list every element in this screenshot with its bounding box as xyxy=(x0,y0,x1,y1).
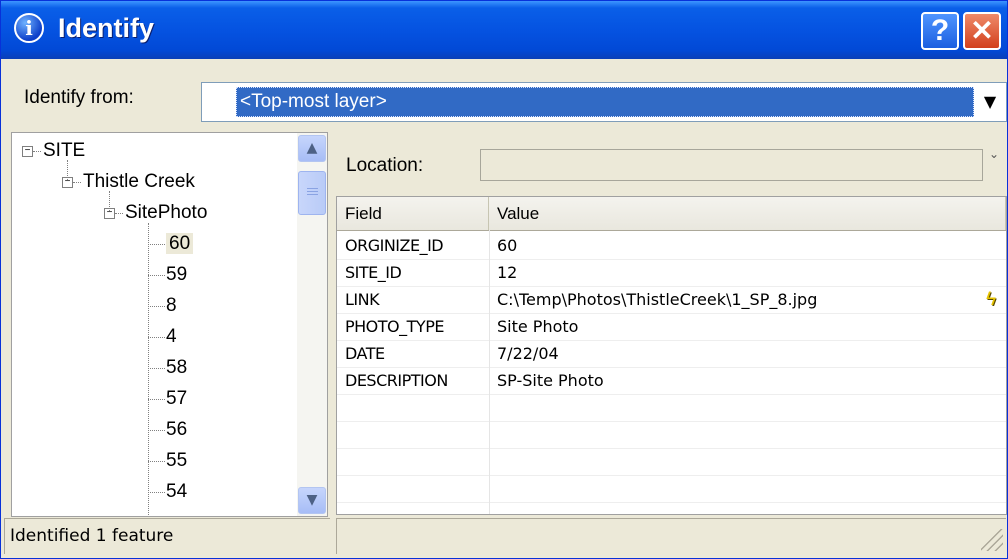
tree-connector xyxy=(148,244,165,245)
row-divider xyxy=(337,394,1006,395)
title-bar[interactable]: i Identify ? ✕ xyxy=(1,1,1007,59)
field-name-cell: SITE_ID xyxy=(345,263,402,282)
tree-connector xyxy=(148,492,165,493)
tree-connector xyxy=(33,151,41,152)
tree-node[interactable]: SitePhoto xyxy=(125,199,207,227)
tree-node[interactable]: Thistle Creek xyxy=(83,168,195,196)
tree-node-label: SITE xyxy=(43,140,86,161)
chevron-down-icon[interactable]: ▼ xyxy=(976,86,1004,118)
status-panel xyxy=(336,518,1006,554)
details-pane: Location: ⌄ Field Value ORGINIZE_ID 60 SIT… xyxy=(336,132,1007,515)
tree-leaf-item[interactable]: 55 xyxy=(166,447,187,475)
tree-leaf-item[interactable]: 59 xyxy=(166,261,187,289)
tree-leaf-item[interactable]: 54 xyxy=(166,478,187,506)
identify-from-dropdown[interactable]: <Top-most layer> ▼ xyxy=(201,82,1007,122)
scroll-grip-icon xyxy=(307,188,318,197)
row-divider xyxy=(337,421,1006,422)
tree-guide-line xyxy=(109,191,110,211)
status-text: Identified 1 feature xyxy=(4,518,330,554)
tree-node-label: SitePhoto xyxy=(125,202,208,223)
tree-scrollbar[interactable]: ▲ ▼ xyxy=(297,133,327,516)
field-name-cell: DESCRIPTION xyxy=(345,371,448,390)
resize-grip-icon[interactable] xyxy=(981,529,1003,551)
identify-window: i Identify ? ✕ Identify from: <Top-most … xyxy=(0,0,1008,559)
field-value-cell: Site Photo xyxy=(497,317,579,336)
identify-from-selected-value[interactable]: <Top-most layer> xyxy=(236,87,974,117)
tree-node-label: 56 xyxy=(166,419,188,440)
row-divider xyxy=(337,475,1006,476)
tree-node-label: 58 xyxy=(166,357,188,378)
tree-connector xyxy=(148,306,165,307)
table-row[interactable]: DATE 7/22/04 xyxy=(337,340,1006,367)
attributes-table: Field Value ORGINIZE_ID 60 SITE_ID 12 LINK C:… xyxy=(336,196,1007,515)
table-row[interactable]: DESCRIPTION SP-Site Photo xyxy=(337,367,1006,394)
field-value-cell: 60 xyxy=(497,236,518,255)
tree-guide-line xyxy=(148,223,149,516)
location-label: Location: xyxy=(346,155,424,176)
tree-connector xyxy=(73,182,81,183)
lightning-bolt-icon[interactable]: ϟ xyxy=(982,290,1000,310)
collapse-icon[interactable]: − xyxy=(22,146,33,157)
field-value-cell: 7/22/04 xyxy=(497,344,559,363)
scroll-thumb[interactable] xyxy=(298,171,326,215)
field-name-cell: PHOTO_TYPE xyxy=(345,317,444,336)
row-divider xyxy=(337,448,1006,449)
tree-connector xyxy=(148,399,165,400)
field-value-cell: 12 xyxy=(497,263,518,282)
tree-node-label: 60 xyxy=(166,233,194,254)
tree-connector xyxy=(148,368,165,369)
table-row[interactable]: LINK C:\Temp\Photos\ThistleCreek\1_SP_8.j… xyxy=(337,286,1006,313)
tree-node-label: 8 xyxy=(166,295,177,316)
info-icon: i xyxy=(14,13,44,43)
table-row[interactable]: ORGINIZE_ID 60 xyxy=(337,232,1006,259)
tree-connector xyxy=(148,275,165,276)
tree-connector xyxy=(148,430,165,431)
table-row[interactable]: SITE_ID 12 xyxy=(337,259,1006,286)
field-name-cell: ORGINIZE_ID xyxy=(345,236,444,255)
scroll-down-button[interactable]: ▼ xyxy=(298,487,326,514)
field-value-cell: SP-Site Photo xyxy=(497,371,604,390)
tree-node[interactable]: SITE xyxy=(43,137,85,165)
pane-splitter[interactable] xyxy=(328,132,334,515)
tree-leaf-item[interactable]: 57 xyxy=(166,385,187,413)
table-header: Field Value xyxy=(337,197,1006,231)
tree-node-label: 57 xyxy=(166,388,188,409)
feature-tree[interactable]: − SITE − Thistle Creek − SitePhoto 60 59 8 4 58 57 5… xyxy=(12,133,292,516)
column-header-field[interactable]: Field xyxy=(337,197,489,230)
field-name-cell: DATE xyxy=(345,344,385,363)
scroll-up-button[interactable]: ▲ xyxy=(298,135,326,162)
field-value-cell: C:\Temp\Photos\ThistleCreek\1_SP_8.jpg xyxy=(497,290,818,309)
tree-node-label: 4 xyxy=(166,326,177,347)
tree-leaf-item[interactable]: 58 xyxy=(166,354,187,382)
tree-node-label: Thistle Creek xyxy=(83,171,195,192)
window-title: Identify xyxy=(58,13,155,43)
tree-leaf-item[interactable]: 56 xyxy=(166,416,187,444)
location-field xyxy=(480,149,983,181)
column-header-value[interactable]: Value xyxy=(489,197,1006,230)
tree-connector xyxy=(148,337,165,338)
tree-node-label: 55 xyxy=(166,450,188,471)
tree-connector xyxy=(148,461,165,462)
tree-leaf-item[interactable]: 8 xyxy=(166,292,177,320)
tree-connector xyxy=(115,213,123,214)
expand-icon[interactable]: ⌄ xyxy=(989,147,1003,161)
identify-from-label: Identify from: xyxy=(24,87,134,108)
table-row[interactable]: PHOTO_TYPE Site Photo xyxy=(337,313,1006,340)
tree-guide-line xyxy=(67,160,68,180)
tree-leaf-item[interactable]: 60 xyxy=(166,230,194,258)
close-button[interactable]: ✕ xyxy=(963,12,1001,50)
feature-tree-pane: − SITE − Thistle Creek − SitePhoto 60 59 8 4 58 57 5… xyxy=(11,132,328,517)
row-divider xyxy=(337,502,1006,503)
tree-node-label: 59 xyxy=(166,264,188,285)
tree-node-label: 54 xyxy=(166,481,188,502)
tree-leaf-item[interactable]: 4 xyxy=(166,323,177,351)
field-name-cell: LINK xyxy=(345,290,380,309)
help-button[interactable]: ? xyxy=(921,12,959,50)
